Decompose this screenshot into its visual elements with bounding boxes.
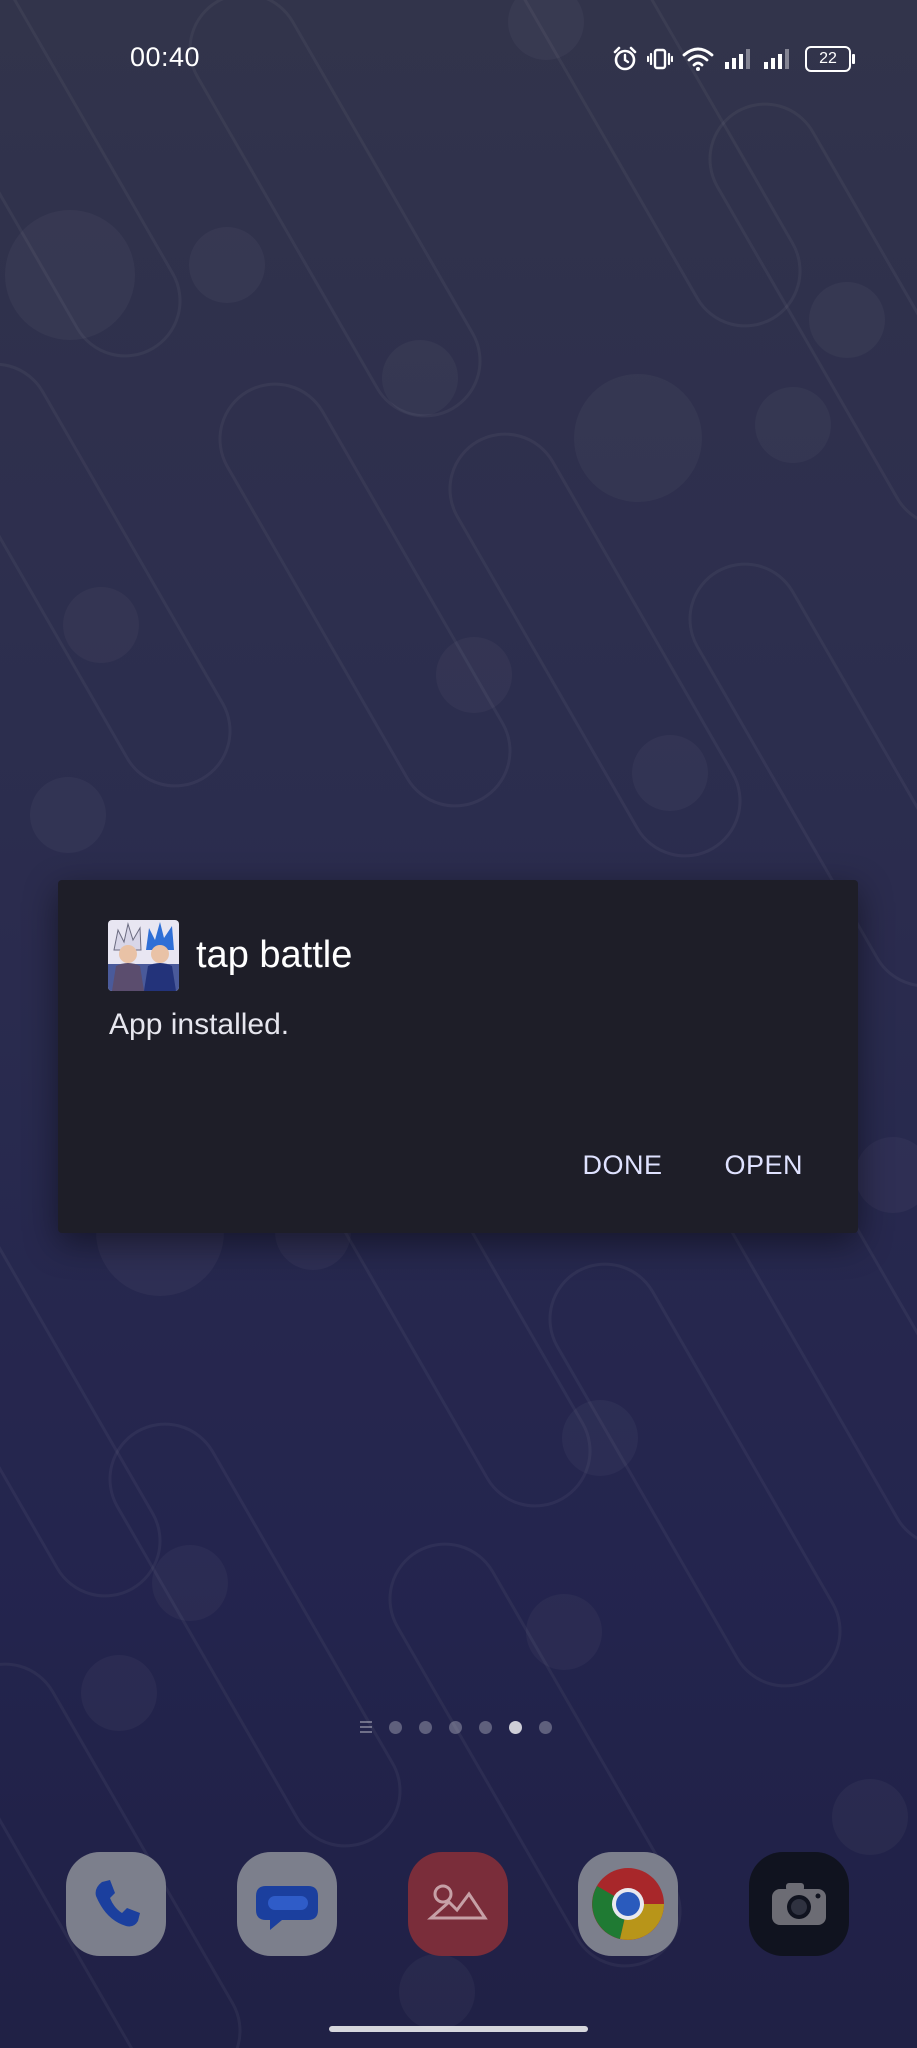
open-button[interactable]: OPEN [724, 1150, 803, 1181]
install-message: App installed. [109, 1008, 290, 1041]
gallery-icon [427, 1884, 488, 1920]
install-dialog: tap battle App installed. DONE OPEN [58, 880, 858, 1233]
dialog-header: tap battle [108, 920, 352, 991]
camera-icon [772, 1883, 826, 1925]
messages-app-icon[interactable] [237, 1852, 337, 1956]
page-dot[interactable] [389, 1720, 402, 1734]
battery-icon: 22 [805, 46, 855, 72]
page-indicator [360, 1716, 552, 1738]
status-bar: 00:40 22 [0, 0, 917, 116]
dialog-actions: DONE OPEN [582, 1150, 803, 1181]
page-dot[interactable] [419, 1720, 432, 1734]
status-time: 00:40 [130, 42, 201, 72]
app-name: tap battle [196, 934, 353, 976]
gesture-navigation-bar[interactable] [329, 2026, 588, 2032]
chrome-app-icon[interactable] [578, 1852, 678, 1956]
alarm-icon [613, 46, 637, 71]
gallery-app-icon[interactable] [408, 1852, 508, 1956]
chrome-icon [592, 1868, 664, 1940]
page-dot[interactable] [449, 1720, 462, 1734]
phone-app-icon[interactable] [66, 1852, 166, 1956]
app-icon [108, 920, 179, 991]
camera-app-icon[interactable] [749, 1852, 849, 1956]
app-drawer-lines-icon[interactable] [360, 1721, 372, 1733]
dock [0, 1852, 917, 1958]
signal-sim2-icon [764, 49, 789, 69]
page-dot[interactable] [539, 1720, 552, 1734]
page-dot[interactable] [479, 1720, 492, 1734]
done-button[interactable]: DONE [582, 1150, 662, 1181]
messages-icon [256, 1886, 318, 1930]
page-dot-active[interactable] [509, 1720, 522, 1734]
status-icons: 22 [612, 44, 855, 74]
signal-sim1-icon [725, 49, 750, 69]
wifi-icon [682, 47, 714, 71]
phone-icon [95, 1880, 140, 1927]
vibrate-icon [647, 48, 673, 70]
